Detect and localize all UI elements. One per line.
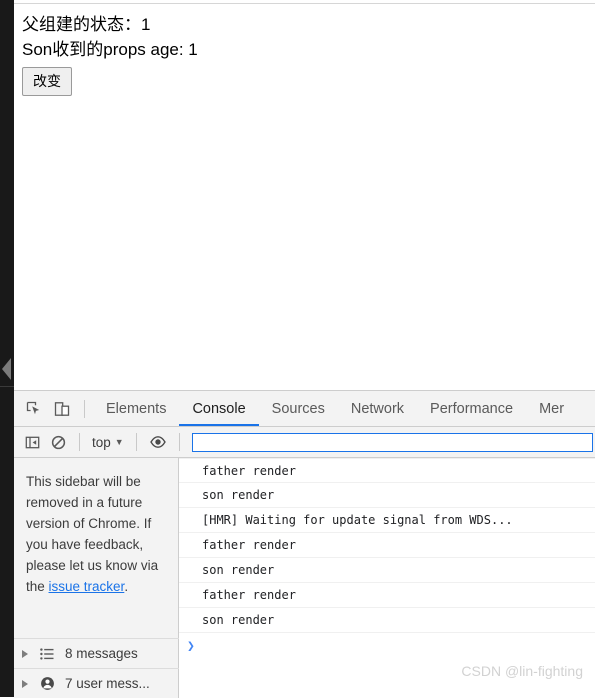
issue-tracker-link[interactable]: issue tracker [49, 579, 125, 594]
console-body: This sidebar will be removed in a future… [14, 458, 595, 698]
filterbar-separator-1 [79, 433, 80, 451]
console-message[interactable]: [HMR] Waiting for update signal from WDS… [179, 508, 595, 533]
devtools-panel: Elements Console Sources Network Perform… [14, 390, 595, 698]
console-message[interactable]: father render [179, 533, 595, 558]
console-message[interactable]: son render [179, 608, 595, 633]
expand-triangle-icon[interactable] [22, 679, 28, 688]
gutter-seam [0, 386, 14, 387]
chevron-down-icon: ▼ [114, 436, 124, 447]
toolbar-separator [84, 399, 85, 418]
tab-elements[interactable]: Elements [93, 392, 179, 426]
console-message[interactable]: son render [179, 483, 595, 508]
expand-triangle-icon[interactable] [22, 649, 28, 658]
tab-network[interactable]: Network [338, 392, 417, 426]
execution-context-select[interactable]: top ▼ [88, 435, 128, 450]
sidebar-messages-label: 8 messages [65, 646, 138, 661]
tab-memory[interactable]: Mer [526, 392, 577, 426]
list-icon [38, 645, 56, 663]
tab-console[interactable]: Console [179, 392, 259, 426]
parent-state-text: 父组建的状态：1 [22, 15, 151, 34]
page-content: 父组建的状态：1 Son收到的props age: 1 改变 [14, 4, 595, 96]
sidebar-deprecation-notice: This sidebar will be removed in a future… [14, 458, 178, 597]
user-icon [38, 675, 56, 693]
console-message[interactable]: son render [179, 558, 595, 583]
change-button[interactable]: 改变 [22, 67, 72, 96]
console-prompt-row[interactable]: ❯ [179, 633, 595, 659]
sidebar-item-messages[interactable]: 8 messages [14, 638, 179, 668]
device-toolbar-icon[interactable] [48, 395, 76, 423]
tab-sources[interactable]: Sources [259, 392, 338, 426]
clear-console-icon[interactable] [45, 430, 71, 454]
notice-suffix: . [124, 579, 129, 594]
inspect-element-icon[interactable] [20, 395, 48, 423]
console-message-list[interactable]: father render son render [HMR] Waiting f… [179, 458, 595, 698]
devtools-tabstrip: Elements Console Sources Network Perform… [14, 391, 595, 427]
son-props-text: Son收到的props age: 1 [22, 40, 198, 59]
collapse-arrow-icon[interactable] [2, 358, 11, 380]
live-expression-eye-icon[interactable] [145, 430, 171, 454]
console-filter-input[interactable] [191, 432, 593, 452]
console-message[interactable]: father render [179, 458, 595, 483]
execution-context-label: top [92, 434, 111, 450]
filterbar-separator-2 [135, 433, 137, 451]
console-toolbar: top ▼ [14, 427, 595, 458]
browser-left-gutter [0, 0, 14, 697]
console-sidebar: This sidebar will be removed in a future… [14, 458, 179, 698]
prompt-chevron-icon: ❯ [187, 638, 195, 654]
notice-prefix: This sidebar will be removed in a future… [26, 474, 159, 594]
sidebar-group-list: 8 messages 7 user mess... [14, 638, 179, 698]
console-message[interactable]: father render [179, 583, 595, 608]
tab-performance[interactable]: Performance [417, 392, 526, 426]
sidebar-item-user-messages[interactable]: 7 user mess... [14, 668, 179, 698]
console-sidebar-toggle-icon[interactable] [19, 430, 45, 454]
sidebar-user-messages-label: 7 user mess... [65, 676, 150, 691]
page-viewport: 父组建的状态：1 Son收到的props age: 1 改变 [14, 0, 595, 390]
filterbar-separator-3 [178, 433, 180, 451]
